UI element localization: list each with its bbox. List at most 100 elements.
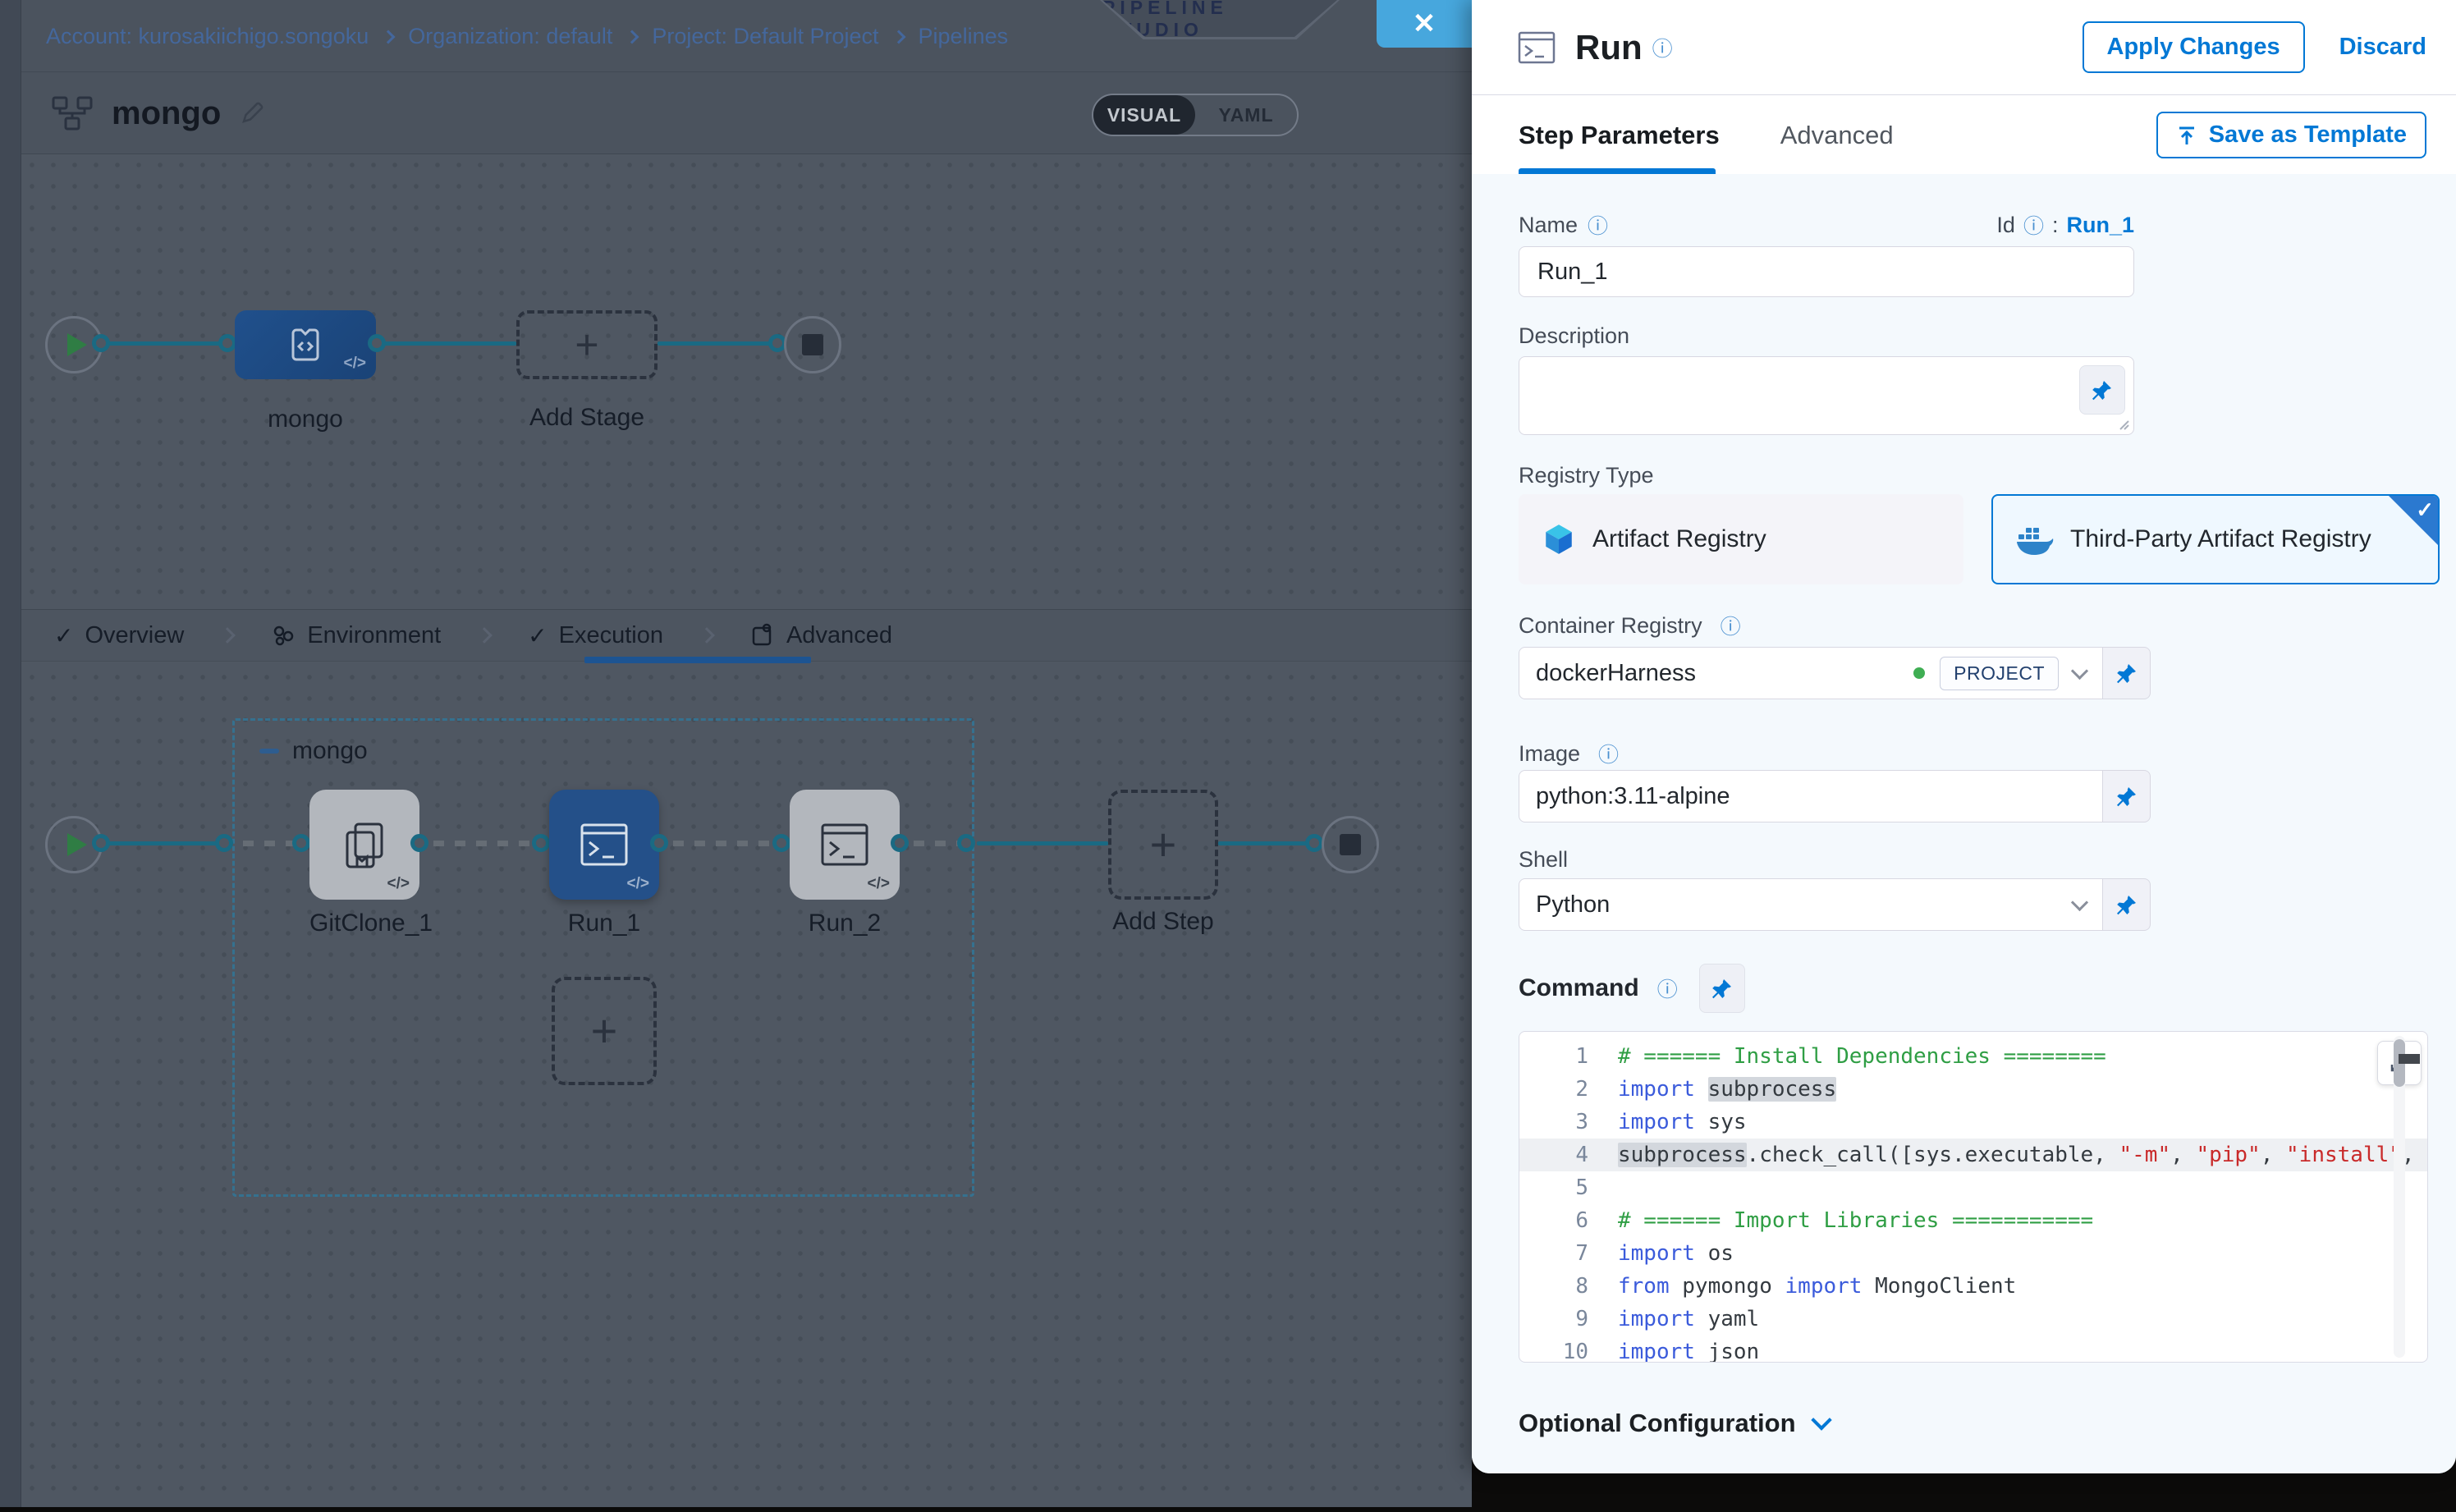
tab-advanced-label: Advanced xyxy=(786,622,892,649)
pin-runtime-input-button[interactable] xyxy=(2103,770,2151,822)
toggle-yaml[interactable]: YAML xyxy=(1195,95,1297,135)
line-number: 5 xyxy=(1519,1175,1618,1200)
scope-badge: PROJECT xyxy=(1940,657,2059,690)
code-line[interactable]: 9import yaml xyxy=(1519,1303,2427,1336)
pipeline-title: mongo xyxy=(112,95,221,132)
dotted-connector xyxy=(914,841,963,846)
chevron-right-icon xyxy=(476,627,493,644)
edit-pencil-icon[interactable] xyxy=(239,100,265,126)
description-label: Description xyxy=(1519,323,1629,349)
pin-runtime-input-button[interactable] xyxy=(2103,878,2151,931)
connector-ring xyxy=(368,334,386,352)
command-code-editor[interactable]: 1# ====== Install Dependencies ========2… xyxy=(1519,1031,2428,1363)
connector-line xyxy=(977,841,1108,845)
tab-advanced[interactable]: Advanced xyxy=(750,622,892,649)
terminal-icon xyxy=(580,822,629,867)
pin-runtime-input-button[interactable] xyxy=(1699,964,1745,1013)
toggle-visual[interactable]: VISUAL xyxy=(1093,95,1195,135)
step-node-run-2[interactable]: </> xyxy=(790,790,900,900)
save-as-template-label: Save as Template xyxy=(2209,121,2407,149)
stage-node-mongo[interactable]: </> xyxy=(235,310,376,379)
info-icon[interactable]: ⓘ xyxy=(1598,739,1619,768)
info-icon[interactable]: ⓘ xyxy=(1657,974,1678,1003)
code-line[interactable]: 4subprocess.check_call([sys.executable, … xyxy=(1519,1139,2427,1171)
execution-end-node[interactable] xyxy=(1322,816,1379,873)
chevron-right-icon xyxy=(891,30,905,44)
close-panel-button[interactable]: ✕ xyxy=(1377,0,1472,48)
pipeline-studio-dimmed-area: Account: kurosakiichigo.songoku Organiza… xyxy=(0,0,1472,1507)
breadcrumb-project[interactable]: Project: Default Project xyxy=(652,24,878,49)
editor-scrollbar[interactable] xyxy=(2394,1036,2405,1358)
id-value[interactable]: Run_1 xyxy=(2066,213,2134,238)
tab-execution[interactable]: ✓ Execution xyxy=(528,622,663,649)
code-line[interactable]: 10import json xyxy=(1519,1336,2427,1363)
step-node-gitclone-1[interactable]: </> xyxy=(309,790,419,900)
code-line[interactable]: 3import sys xyxy=(1519,1106,2427,1139)
code-line[interactable]: 7import os xyxy=(1519,1237,2427,1270)
line-number: 8 xyxy=(1519,1274,1618,1299)
pin-icon xyxy=(2116,786,2138,807)
tab-advanced-panel[interactable]: Advanced xyxy=(1780,121,1894,150)
name-input[interactable]: Run_1 xyxy=(1519,246,2134,297)
code-icon: </> xyxy=(868,875,890,893)
tab-step-parameters[interactable]: Step Parameters xyxy=(1519,121,1720,150)
git-clone-icon xyxy=(339,819,390,870)
code-line[interactable]: 1# ====== Install Dependencies ======== xyxy=(1519,1040,2427,1073)
docker-icon xyxy=(2016,524,2054,555)
pipeline-studio-badge-label: PIPELINE STUDIO xyxy=(1102,0,1337,37)
add-stage-button[interactable]: + xyxy=(516,310,658,379)
code-line[interactable]: 5 xyxy=(1519,1171,2427,1204)
container-registry-input[interactable]: dockerHarness PROJECT xyxy=(1519,647,2103,699)
info-icon[interactable]: ⓘ xyxy=(1588,210,1608,240)
step-node-run-1[interactable]: </> xyxy=(549,790,659,900)
description-textarea[interactable] xyxy=(1519,356,2134,435)
code-line[interactable]: 6# ====== Import Libraries =========== xyxy=(1519,1204,2427,1237)
code-line[interactable]: 2import subprocess xyxy=(1519,1073,2427,1106)
add-parallel-step-button[interactable]: + xyxy=(552,977,657,1085)
breadcrumb-pipelines[interactable]: Pipelines xyxy=(919,24,1009,49)
info-icon[interactable]: ⓘ xyxy=(1652,33,1673,62)
pin-icon xyxy=(1711,978,1733,999)
discard-button[interactable]: Discard xyxy=(2339,34,2426,61)
environment-icon xyxy=(271,623,296,648)
line-number: 1 xyxy=(1519,1044,1618,1069)
code-line[interactable]: 8from pymongo import MongoClient xyxy=(1519,1270,2427,1303)
command-label: Command xyxy=(1519,974,1639,1002)
visual-yaml-toggle: VISUAL YAML xyxy=(1092,94,1299,136)
custom-stage-icon xyxy=(285,324,326,365)
command-row: Command ⓘ xyxy=(1519,964,1745,1013)
registry-option-artifact-registry[interactable]: Artifact Registry xyxy=(1519,494,1963,584)
chevron-right-icon xyxy=(625,30,639,44)
name-label-row: Name ⓘ xyxy=(1519,210,1608,240)
chevron-down-icon[interactable] xyxy=(2071,662,2088,679)
info-icon[interactable]: ⓘ xyxy=(1721,611,1741,640)
pin-runtime-input-button[interactable] xyxy=(2079,365,2125,415)
name-value: Run_1 xyxy=(1537,259,1607,286)
pin-runtime-input-button[interactable] xyxy=(2103,647,2151,699)
tab-overview[interactable]: ✓ Overview xyxy=(54,622,184,649)
line-number: 9 xyxy=(1519,1307,1618,1331)
line-number: 4 xyxy=(1519,1143,1618,1167)
stop-icon xyxy=(802,334,823,355)
registry-option-third-party[interactable]: Third-Party Artifact Registry ✓ xyxy=(1991,494,2440,584)
save-as-template-button[interactable]: Save as Template xyxy=(2156,112,2426,158)
overview-ruler-mark xyxy=(2399,1054,2420,1064)
connector-ring xyxy=(532,834,550,852)
breadcrumb-account[interactable]: Account: kurosakiichigo.songoku xyxy=(46,24,369,49)
tab-environment[interactable]: Environment xyxy=(271,622,441,649)
breadcrumb-org[interactable]: Organization: default xyxy=(408,24,612,49)
connector-ring xyxy=(891,834,909,852)
collapse-minus-icon[interactable] xyxy=(259,749,279,754)
resize-grip-icon[interactable] xyxy=(2115,416,2130,431)
apply-changes-button[interactable]: Apply Changes xyxy=(2083,21,2305,73)
play-icon xyxy=(67,333,87,356)
optional-configuration-toggle[interactable]: Optional Configuration xyxy=(1519,1409,1829,1438)
check-icon: ✓ xyxy=(528,622,547,649)
shell-select[interactable]: Python xyxy=(1519,878,2103,931)
info-icon[interactable]: ⓘ xyxy=(2023,210,2044,240)
breadcrumb: Account: kurosakiichigo.songoku Organiza… xyxy=(46,0,1008,72)
pipeline-end-node[interactable] xyxy=(784,316,841,373)
add-step-button[interactable]: + xyxy=(1108,790,1218,900)
image-input[interactable]: python:3.11-alpine xyxy=(1519,770,2103,822)
connector-ring xyxy=(1305,834,1323,852)
